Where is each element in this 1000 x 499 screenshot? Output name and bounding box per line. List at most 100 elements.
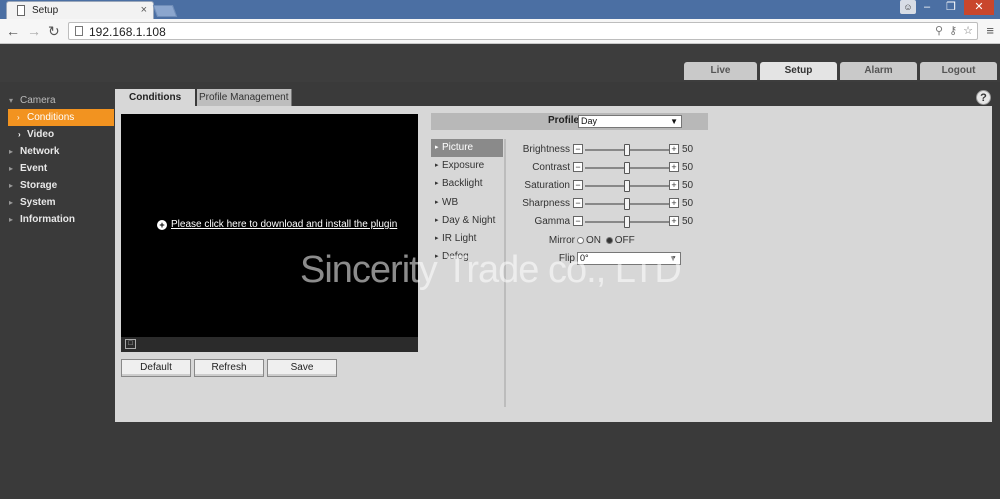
profile-label: Profile	[548, 115, 580, 126]
sidebar-item-label: Event	[20, 163, 48, 174]
sidebar-item-system[interactable]: ▸ System	[0, 194, 115, 211]
arrow-right-icon: ▸	[435, 180, 439, 188]
menu-item-label: Backlight	[442, 178, 483, 190]
dropdown-caret-icon: ▼	[670, 117, 678, 126]
mirror-label: Mirror	[548, 235, 575, 246]
slider-label: Sharpness	[522, 198, 570, 209]
refresh-button[interactable]: Refresh	[194, 359, 264, 377]
tab-live[interactable]: Live	[684, 62, 757, 80]
minimize-button[interactable]: –	[916, 0, 938, 15]
mirror-on-radio[interactable]	[577, 237, 584, 244]
browser-titlebar: Setup × ☺ – ❐ ✕	[0, 0, 1000, 19]
profile-value: Day	[581, 116, 598, 126]
arrow-right-icon: ▸	[435, 144, 439, 151]
sidebar-item-network[interactable]: ▸ Network	[0, 143, 115, 160]
increase-button[interactable]: +	[669, 180, 679, 190]
collapsed-arrow-icon: ▸	[9, 181, 14, 190]
sidebar-item-camera[interactable]: ▾ Camera	[0, 92, 115, 109]
slider-thumb[interactable]	[624, 180, 630, 192]
arrow-right-icon: ▸	[435, 216, 439, 224]
plus-icon: +	[157, 220, 167, 230]
increase-button[interactable]: +	[669, 162, 679, 172]
menu-icon[interactable]: ≡	[986, 23, 994, 38]
increase-button[interactable]: +	[669, 198, 679, 208]
decrease-button[interactable]: −	[573, 144, 583, 154]
menu-item-day-night[interactable]: ▸ Day & Night	[431, 212, 504, 230]
tab-setup[interactable]: Setup	[760, 62, 837, 80]
new-tab-button[interactable]	[152, 5, 178, 17]
back-icon[interactable]: ←	[6, 23, 20, 39]
increase-button[interactable]: +	[669, 216, 679, 226]
tab-alarm[interactable]: Alarm	[840, 62, 917, 80]
help-icon[interactable]: ?	[976, 90, 991, 105]
slider-thumb[interactable]	[624, 144, 630, 156]
save-button[interactable]: Save	[267, 359, 337, 377]
address-bar[interactable]: 192.168.1.108 ⚲ ⚷ ☆	[68, 22, 978, 40]
menu-item-defog[interactable]: ▸ Defog	[431, 248, 504, 266]
menu-item-ir-light[interactable]: ▸ IR Light	[431, 230, 504, 248]
chevron-right-icon: ›	[17, 113, 20, 122]
sidebar-item-information[interactable]: ▸ Information	[0, 211, 115, 228]
tab-conditions[interactable]: Conditions	[115, 89, 195, 106]
close-tab-icon[interactable]: ×	[141, 4, 147, 16]
app-area: Live Setup Alarm Logout ▾ Camera › Conditi…	[0, 44, 1000, 499]
slider-thumb[interactable]	[624, 198, 630, 210]
video-toolbar: □	[121, 337, 418, 352]
sub-tabs: Conditions Profile Management	[115, 89, 292, 106]
menu-item-wb[interactable]: ▸ WB	[431, 194, 504, 212]
restore-button[interactable]: ❐	[940, 0, 962, 15]
menu-item-backlight[interactable]: ▸ Backlight	[431, 175, 504, 193]
zoom-icon[interactable]: ⚲	[935, 24, 943, 37]
sidebar-item-label: Camera	[20, 95, 56, 106]
decrease-button[interactable]: −	[573, 180, 583, 190]
star-icon[interactable]: ☆	[963, 24, 973, 37]
close-window-button[interactable]: ✕	[964, 0, 994, 15]
forward-icon[interactable]: →	[27, 23, 41, 39]
user-icon[interactable]: ☺	[900, 0, 916, 14]
default-button[interactable]: Default	[121, 359, 191, 377]
omnibox-icons: ⚲ ⚷ ☆	[935, 24, 973, 37]
mirror-off-radio[interactable]	[605, 237, 613, 244]
slider-thumb[interactable]	[624, 162, 630, 174]
arrow-right-icon: ▸	[435, 198, 439, 206]
flip-label: Flip	[558, 253, 575, 264]
slider-thumb[interactable]	[624, 216, 630, 228]
window-controls: – ❐ ✕	[916, 0, 994, 16]
increase-button[interactable]: +	[669, 144, 679, 154]
sidebar-item-video[interactable]: › Video	[0, 126, 115, 143]
plugin-download-link[interactable]: + Please click here to download and insta…	[157, 219, 397, 230]
menu-item-label: Picture	[442, 142, 474, 153]
menu-item-label: Defog	[442, 251, 469, 263]
flip-select[interactable]: 0° ▼	[577, 252, 681, 265]
main-tabs: Live Setup Alarm Logout	[684, 62, 997, 80]
slider-row: Gamma − +50	[510, 215, 710, 229]
profile-select[interactable]: Day ▼	[578, 115, 682, 128]
slider-value: 50	[682, 162, 694, 173]
reload-icon[interactable]: ↻	[48, 23, 60, 40]
sidebar-item-event[interactable]: ▸ Event	[0, 160, 115, 177]
key-icon[interactable]: ⚷	[949, 24, 957, 37]
collapsed-arrow-icon: ▸	[9, 198, 14, 207]
decrease-button[interactable]: −	[573, 162, 583, 172]
slider-value: 50	[682, 180, 694, 191]
conditions-panel: + Please click here to download and insta…	[115, 106, 992, 422]
sidebar-item-conditions[interactable]: › Conditions	[8, 109, 114, 126]
tab-profile-management[interactable]: Profile Management	[197, 89, 292, 106]
menu-item-label: Day & Night	[442, 214, 496, 226]
slider-row: Saturation − +50	[510, 179, 710, 193]
menu-item-picture[interactable]: ▸ Picture	[431, 139, 503, 158]
menu-item-exposure[interactable]: ▸ Exposure	[431, 157, 504, 175]
fullscreen-icon[interactable]: □	[125, 339, 136, 349]
sidebar-item-label: Information	[20, 214, 75, 225]
arrow-right-icon: ▸	[435, 253, 439, 261]
arrow-right-icon: ▸	[435, 162, 439, 170]
slider-label: Saturation	[524, 180, 570, 191]
sidebar-item-storage[interactable]: ▸ Storage	[0, 177, 115, 194]
collapsed-arrow-icon: ▸	[9, 215, 14, 224]
tab-logout[interactable]: Logout	[920, 62, 997, 80]
browser-tab[interactable]: Setup ×	[6, 1, 154, 19]
decrease-button[interactable]: −	[573, 198, 583, 208]
chevron-right-icon: ›	[18, 130, 21, 139]
decrease-button[interactable]: −	[573, 216, 583, 226]
slider-label: Gamma	[534, 216, 570, 227]
